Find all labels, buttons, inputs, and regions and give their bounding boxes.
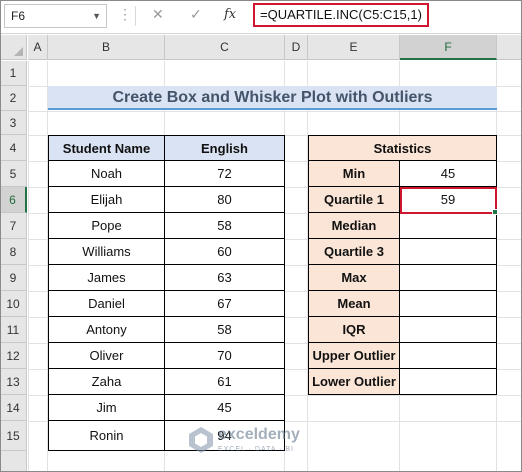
row-header-4[interactable]: 4: [0, 135, 27, 161]
name-box[interactable]: F6 ▼: [4, 4, 107, 28]
student-name-cell[interactable]: Elijah: [48, 187, 165, 213]
column-header-a[interactable]: A: [28, 35, 48, 60]
english-score-cell[interactable]: 67: [165, 291, 285, 317]
student-name-cell[interactable]: Ronin: [48, 421, 165, 451]
chevron-down-icon[interactable]: ▼: [92, 5, 101, 27]
student-name-cell[interactable]: Noah: [48, 161, 165, 187]
english-score-cell[interactable]: 60: [165, 239, 285, 265]
statistic-label-cell[interactable]: IQR: [308, 317, 400, 343]
statistic-value-cell[interactable]: [400, 239, 497, 265]
student-name-cell[interactable]: Daniel: [48, 291, 165, 317]
enter-icon[interactable]: ✓: [190, 6, 202, 23]
english-score-cell[interactable]: 58: [165, 213, 285, 239]
row-header-2[interactable]: 2: [0, 86, 27, 111]
row-header-9[interactable]: 9: [0, 265, 27, 291]
row-header-1[interactable]: 1: [0, 61, 27, 86]
english-score-cell[interactable]: 63: [165, 265, 285, 291]
sheet-title[interactable]: Create Box and Whisker Plot with Outlier…: [48, 86, 497, 110]
fill-handle[interactable]: [492, 209, 498, 215]
student-name-cell[interactable]: Antony: [48, 317, 165, 343]
student-name-cell[interactable]: James: [48, 265, 165, 291]
statistic-label-cell[interactable]: Lower Outlier: [308, 369, 400, 395]
students-header-name[interactable]: Student Name: [48, 135, 165, 161]
exceldemy-watermark: exceldemy EXCEL · DATA · BI: [188, 422, 348, 462]
statistic-label-cell[interactable]: Quartile 1: [308, 187, 400, 213]
column-header-g[interactable]: [497, 35, 522, 60]
name-box-value: F6: [11, 9, 26, 23]
statistic-value-cell[interactable]: [400, 213, 497, 239]
english-score-cell[interactable]: 45: [165, 395, 285, 421]
more-options-icon: ⋮: [118, 6, 132, 22]
column-header-c[interactable]: C: [165, 35, 285, 60]
row-header-5[interactable]: 5: [0, 161, 27, 187]
statistic-label-cell[interactable]: Median: [308, 213, 400, 239]
select-all-button[interactable]: [0, 35, 27, 60]
column-header-d[interactable]: D: [285, 35, 308, 60]
english-score-cell[interactable]: 70: [165, 343, 285, 369]
statistic-label-cell[interactable]: Upper Outlier: [308, 343, 400, 369]
english-score-cell[interactable]: 58: [165, 317, 285, 343]
english-score-cell[interactable]: 80: [165, 187, 285, 213]
exceldemy-logo-icon: [189, 427, 213, 453]
row-header-12[interactable]: 12: [0, 343, 27, 369]
watermark-name: exceldemy: [218, 426, 300, 443]
watermark-tagline: EXCEL · DATA · BI: [218, 446, 294, 453]
english-score-cell[interactable]: 61: [165, 369, 285, 395]
row-header-16[interactable]: [0, 451, 27, 472]
column-header-b[interactable]: B: [48, 35, 165, 60]
english-score-cell[interactable]: 72: [165, 161, 285, 187]
statistic-value-cell[interactable]: [400, 343, 497, 369]
statistic-value-cell[interactable]: [400, 265, 497, 291]
row-header-14[interactable]: 14: [0, 395, 27, 421]
row-header-13[interactable]: 13: [0, 369, 27, 395]
student-name-cell[interactable]: Williams: [48, 239, 165, 265]
active-cell-f6[interactable]: [400, 187, 497, 214]
statistic-label-cell[interactable]: Max: [308, 265, 400, 291]
student-name-cell[interactable]: Zaha: [48, 369, 165, 395]
statistic-label-cell[interactable]: Min: [308, 161, 400, 187]
student-name-cell[interactable]: Pope: [48, 213, 165, 239]
row-header-8[interactable]: 8: [0, 239, 27, 265]
statistics-header[interactable]: Statistics: [308, 135, 497, 161]
student-name-cell[interactable]: Jim: [48, 395, 165, 421]
formula-bar-divider: [135, 6, 136, 26]
column-header-e[interactable]: E: [308, 35, 400, 60]
insert-function-icon[interactable]: fx: [224, 7, 236, 22]
column-header-f[interactable]: F: [400, 35, 497, 60]
statistic-label-cell[interactable]: Quartile 3: [308, 239, 400, 265]
formula-input[interactable]: =QUARTILE.INC(C5:C15,1): [253, 3, 429, 27]
statistic-label-cell[interactable]: Mean: [308, 291, 400, 317]
statistic-value-cell[interactable]: [400, 369, 497, 395]
statistic-value-cell[interactable]: 45: [400, 161, 497, 187]
students-header-english[interactable]: English: [165, 135, 285, 161]
row-header-7[interactable]: 7: [0, 213, 27, 239]
row-header-10[interactable]: 10: [0, 291, 27, 317]
formula-bar: F6 ▼ ⋮ ✕ ✓ fx =QUARTILE.INC(C5:C15,1): [0, 0, 522, 34]
row-header-6[interactable]: 6: [0, 187, 27, 213]
student-name-cell[interactable]: Oliver: [48, 343, 165, 369]
cancel-icon[interactable]: ✕: [152, 6, 164, 23]
statistic-value-cell[interactable]: [400, 317, 497, 343]
row-header-11[interactable]: 11: [0, 317, 27, 343]
row-header-15[interactable]: 15: [0, 421, 27, 451]
row-header-3[interactable]: 3: [0, 111, 27, 135]
statistic-value-cell[interactable]: [400, 291, 497, 317]
